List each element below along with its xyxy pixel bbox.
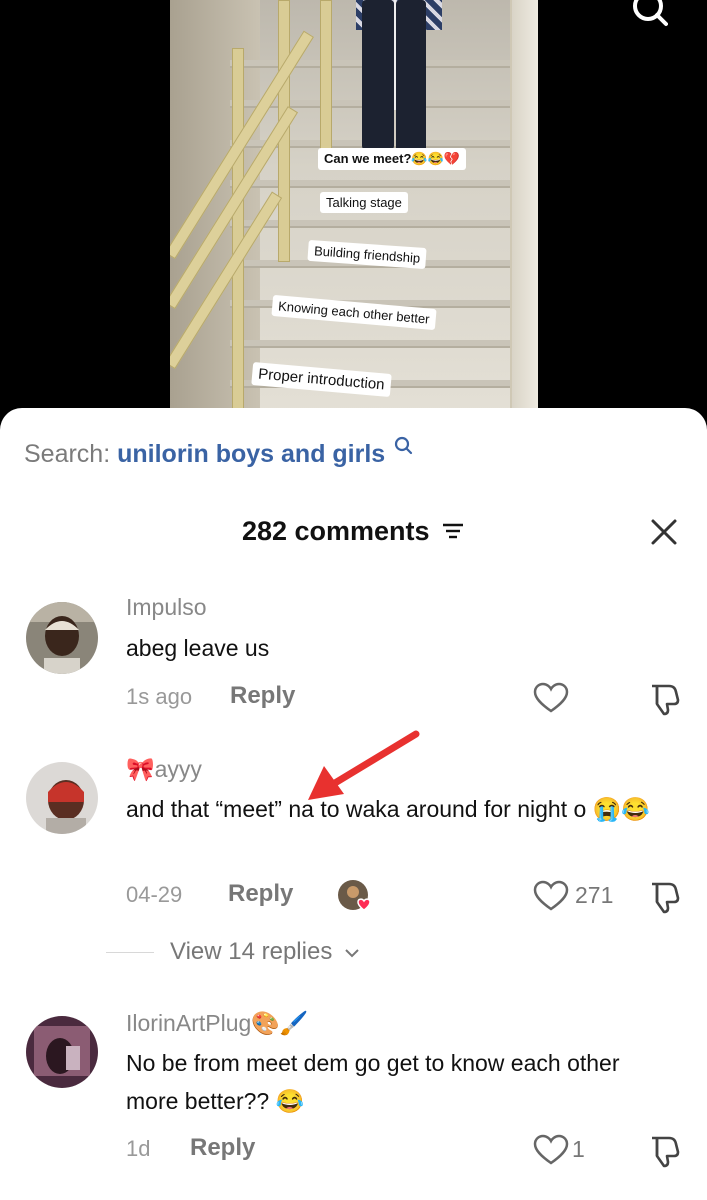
comment-text: No be from meet dem go get to know each … (126, 1050, 620, 1114)
search-icon (395, 436, 413, 455)
comment-time: 1d (126, 1136, 151, 1161)
reply-button[interactable]: Reply (190, 1134, 255, 1162)
reply-button[interactable]: Reply (230, 682, 295, 710)
comments-count-title: 282 comments (241, 516, 430, 546)
comment-text: abeg leave us (126, 635, 270, 661)
thumbs-down-icon[interactable] (647, 880, 681, 914)
search-icon[interactable] (628, 0, 668, 32)
video-label: Can we meet?😂😂💔 (318, 148, 466, 170)
wall-right (510, 0, 538, 420)
like-count: 1 (572, 1136, 585, 1162)
filter-icon[interactable] (441, 520, 465, 542)
avatar[interactable] (26, 1016, 98, 1088)
person-leg (362, 0, 394, 150)
avatar[interactable] (26, 762, 98, 834)
comment-username[interactable]: IlorinArtPlug🎨🖌️ (126, 1010, 309, 1037)
video-label: Talking stage (320, 192, 408, 213)
close-icon[interactable] (648, 516, 680, 548)
heart-icon[interactable] (533, 880, 569, 912)
reply-button[interactable]: Reply (228, 880, 293, 908)
comment-username[interactable]: 🎀ayyy (126, 756, 202, 783)
thumbs-down-icon[interactable] (647, 682, 681, 716)
comment-time: 04-29 (126, 882, 183, 907)
creator-liked-avatar (338, 880, 371, 911)
comment-username[interactable]: Impulso (126, 594, 207, 621)
chevron-down-icon (345, 948, 359, 958)
search-term-link[interactable]: unilorin boys and girls (117, 440, 385, 468)
video-player[interactable]: Can we meet?😂😂💔 Talking stage Building f… (0, 0, 707, 420)
like-count: 271 (575, 882, 614, 908)
heart-icon[interactable] (533, 682, 569, 714)
thumbs-down-icon[interactable] (647, 1134, 681, 1168)
comments-header: 282 comments (0, 516, 707, 547)
comments-sheet: Search: unilorin boys and girls 282 comm… (0, 408, 707, 1200)
view-replies-label: View 14 replies (170, 938, 333, 965)
avatar[interactable] (26, 602, 98, 674)
annotation-arrow (308, 730, 420, 800)
comment-time: 1s ago (126, 684, 193, 709)
heart-icon[interactable] (533, 1134, 569, 1166)
search-suggestion[interactable]: Search: unilorin boys and girls (24, 436, 414, 469)
video-frame: Can we meet?😂😂💔 Talking stage Building f… (170, 0, 538, 420)
search-prefix: Search: (24, 440, 111, 468)
divider (106, 952, 154, 954)
view-replies-button[interactable]: View 14 replies (106, 938, 361, 966)
